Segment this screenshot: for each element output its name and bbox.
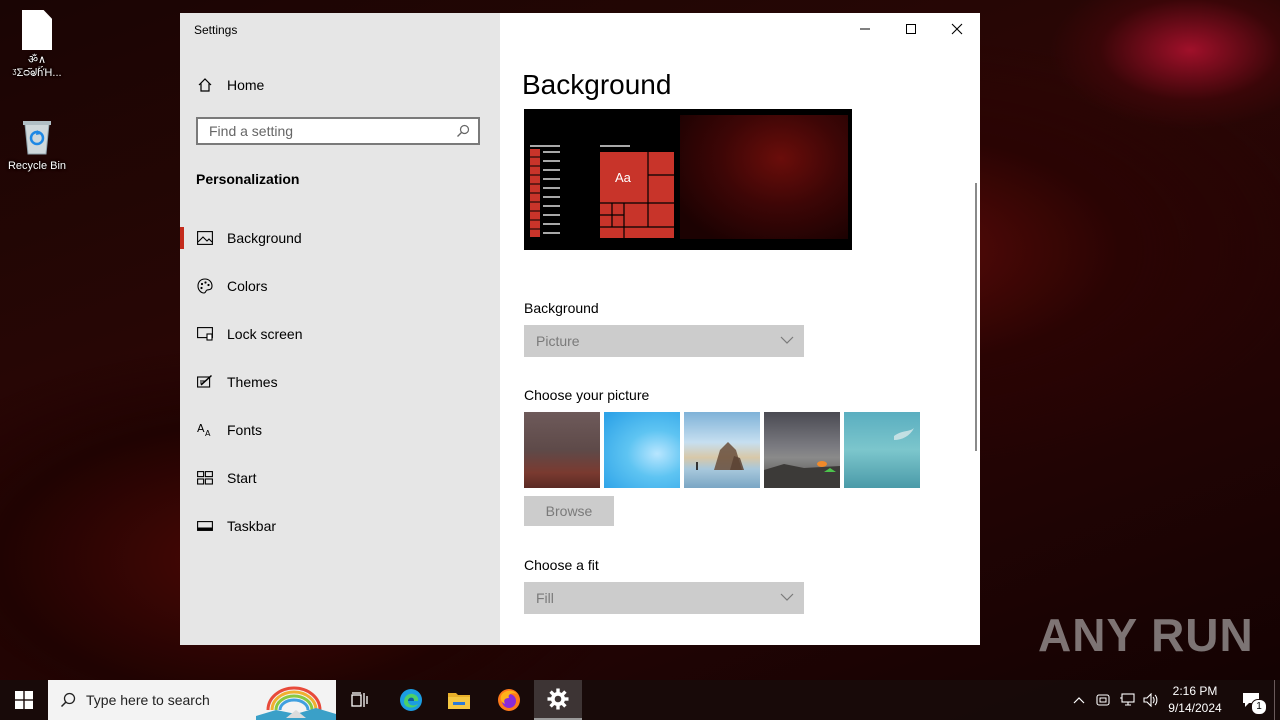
taskbar-firefox[interactable]	[486, 680, 532, 720]
fonts-icon: AA	[196, 421, 214, 439]
chevron-up-icon	[1073, 697, 1085, 704]
background-dropdown[interactable]: Picture	[524, 325, 804, 357]
desktop-icon-label: ॐ∧ ᶾΣᴑ᷉ᖙɦ̈́Ή...	[12, 54, 62, 79]
browse-button[interactable]: Browse	[524, 496, 614, 526]
action-center-button[interactable]: 1	[1234, 680, 1268, 720]
sidebar-item-themes[interactable]: Themes	[180, 362, 500, 402]
task-view-icon	[351, 692, 368, 707]
desktop-icon-file[interactable]: ॐ∧ ᶾΣᴑ᷉ᖙɦ̈́Ή...	[2, 10, 72, 80]
task-view-button[interactable]	[338, 680, 382, 720]
taskbar: Type here to search 2:16 PM 9/14/2024 1	[0, 680, 1280, 720]
palette-icon	[196, 277, 214, 295]
watermark: ANY RUN	[1038, 609, 1254, 661]
sidebar-item-label: Start	[227, 470, 257, 486]
taskbar-search-box[interactable]: Type here to search	[48, 680, 336, 720]
sidebar-item-label: Themes	[227, 374, 278, 390]
picture-thumbnail-4[interactable]	[764, 412, 840, 488]
choose-picture-label: Choose your picture	[524, 387, 650, 403]
clock-time: 2:16 PM	[1172, 684, 1218, 698]
show-desktop-button[interactable]	[1274, 680, 1280, 720]
background-dropdown-value: Picture	[536, 333, 580, 349]
volume-icon	[1143, 693, 1158, 707]
taskbar-file-explorer[interactable]	[436, 680, 482, 720]
tray-network[interactable]	[1116, 680, 1138, 720]
start-button[interactable]	[0, 680, 48, 720]
home-icon	[196, 76, 214, 94]
close-button[interactable]	[934, 13, 980, 45]
edge-icon	[400, 689, 422, 711]
sidebar-item-label: Fonts	[227, 422, 263, 438]
file-icon	[22, 10, 52, 50]
network-icon	[1120, 693, 1135, 706]
taskbar-edge[interactable]	[388, 680, 434, 720]
picture-icon	[196, 229, 214, 247]
window-title: Settings	[194, 23, 238, 37]
page-title: Background	[522, 69, 672, 100]
windows-logo-icon	[15, 691, 33, 709]
sidebar-item-label: Background	[227, 230, 302, 246]
sidebar-item-label: Lock screen	[227, 326, 303, 342]
sidebar-item-colors[interactable]: Colors	[180, 266, 500, 306]
background-preview: Aa	[524, 109, 852, 250]
sidebar-item-taskbar[interactable]: Taskbar	[180, 506, 500, 546]
tray-volume[interactable]	[1140, 680, 1162, 720]
svg-text:A: A	[197, 422, 205, 435]
themes-icon	[196, 373, 214, 391]
svg-text:A: A	[205, 429, 211, 438]
picture-thumbnail-1[interactable]	[524, 412, 600, 488]
fit-dropdown[interactable]: Fill	[524, 582, 804, 614]
camera-icon	[1096, 694, 1110, 706]
clock-date: 9/14/2024	[1168, 701, 1222, 715]
sidebar-item-label: Colors	[227, 278, 268, 294]
sidebar: Settings Home Personalization Background	[180, 13, 500, 645]
fit-dropdown-value: Fill	[536, 590, 554, 606]
search-icon[interactable]	[456, 124, 470, 143]
minimize-icon	[860, 28, 870, 30]
picture-thumbnail-5[interactable]	[844, 412, 920, 488]
choose-fit-label: Choose a fit	[524, 557, 599, 573]
start-icon	[196, 469, 214, 487]
background-label: Background	[524, 300, 599, 316]
tray-meet-now[interactable]	[1092, 680, 1114, 720]
clock[interactable]: 2:16 PM 9/14/2024	[1164, 683, 1226, 717]
search-input[interactable]	[207, 122, 451, 140]
notification-badge: 1	[1251, 699, 1267, 715]
folder-icon	[448, 693, 470, 709]
firefox-icon	[498, 689, 520, 711]
preview-sample-text: Aa	[615, 170, 631, 185]
sidebar-item-fonts[interactable]: AA Fonts	[180, 410, 500, 450]
picture-thumbnail-2[interactable]	[604, 412, 680, 488]
desktop-icon-recycle-bin[interactable]: Recycle Bin	[2, 116, 72, 172]
sidebar-item-background[interactable]: Background	[180, 218, 500, 258]
sidebar-item-start[interactable]: Start	[180, 458, 500, 498]
desktop-icon-label: Recycle Bin	[7, 160, 67, 172]
gear-icon	[547, 688, 569, 710]
sidebar-item-home[interactable]: Home	[180, 65, 500, 105]
picture-thumbnail-3[interactable]	[684, 412, 760, 488]
preview-start-menu	[530, 145, 674, 238]
taskbar-icon	[196, 517, 214, 535]
sidebar-item-label: Home	[227, 77, 265, 93]
sidebar-item-label: Taskbar	[227, 518, 277, 534]
sidebar-item-lock-screen[interactable]: Lock screen	[180, 314, 500, 354]
search-highlight-icon	[256, 680, 336, 720]
search-box[interactable]	[196, 117, 480, 145]
close-icon	[951, 23, 963, 35]
taskbar-search-text: Type here to search	[86, 692, 210, 708]
section-title: Personalization	[196, 171, 300, 187]
chevron-down-icon	[780, 590, 794, 607]
maximize-button[interactable]	[888, 13, 934, 45]
chevron-down-icon	[780, 333, 794, 350]
maximize-icon	[906, 24, 916, 34]
recycle-bin-icon	[20, 116, 54, 156]
show-hidden-icons-button[interactable]	[1068, 680, 1090, 720]
scrollbar[interactable]	[975, 183, 977, 451]
settings-window: Settings Home Personalization Background	[180, 13, 980, 645]
minimize-button[interactable]	[842, 13, 888, 45]
taskbar-settings[interactable]	[534, 680, 582, 720]
search-icon	[60, 692, 76, 708]
lock-screen-icon	[196, 325, 214, 343]
